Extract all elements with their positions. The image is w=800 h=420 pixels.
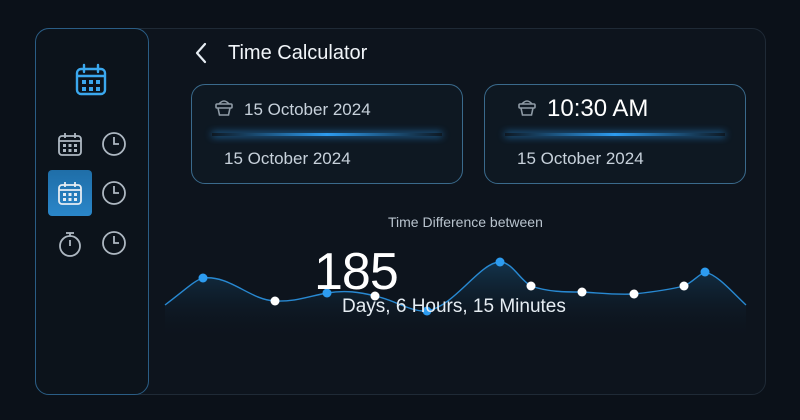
difference-days: 185	[314, 243, 399, 301]
wave-point	[700, 267, 710, 277]
wave-point	[679, 281, 689, 291]
wave-point	[526, 281, 536, 291]
decorative-wave	[164, 257, 747, 340]
wave-point	[270, 296, 280, 306]
wave-point	[495, 257, 505, 267]
wave-point	[198, 273, 208, 283]
wave-point	[577, 287, 587, 297]
difference-label: Time Difference between	[388, 214, 543, 230]
difference-detail: Days, 6 Hours, 15 Minutes	[342, 296, 566, 317]
wave-point	[629, 289, 639, 299]
